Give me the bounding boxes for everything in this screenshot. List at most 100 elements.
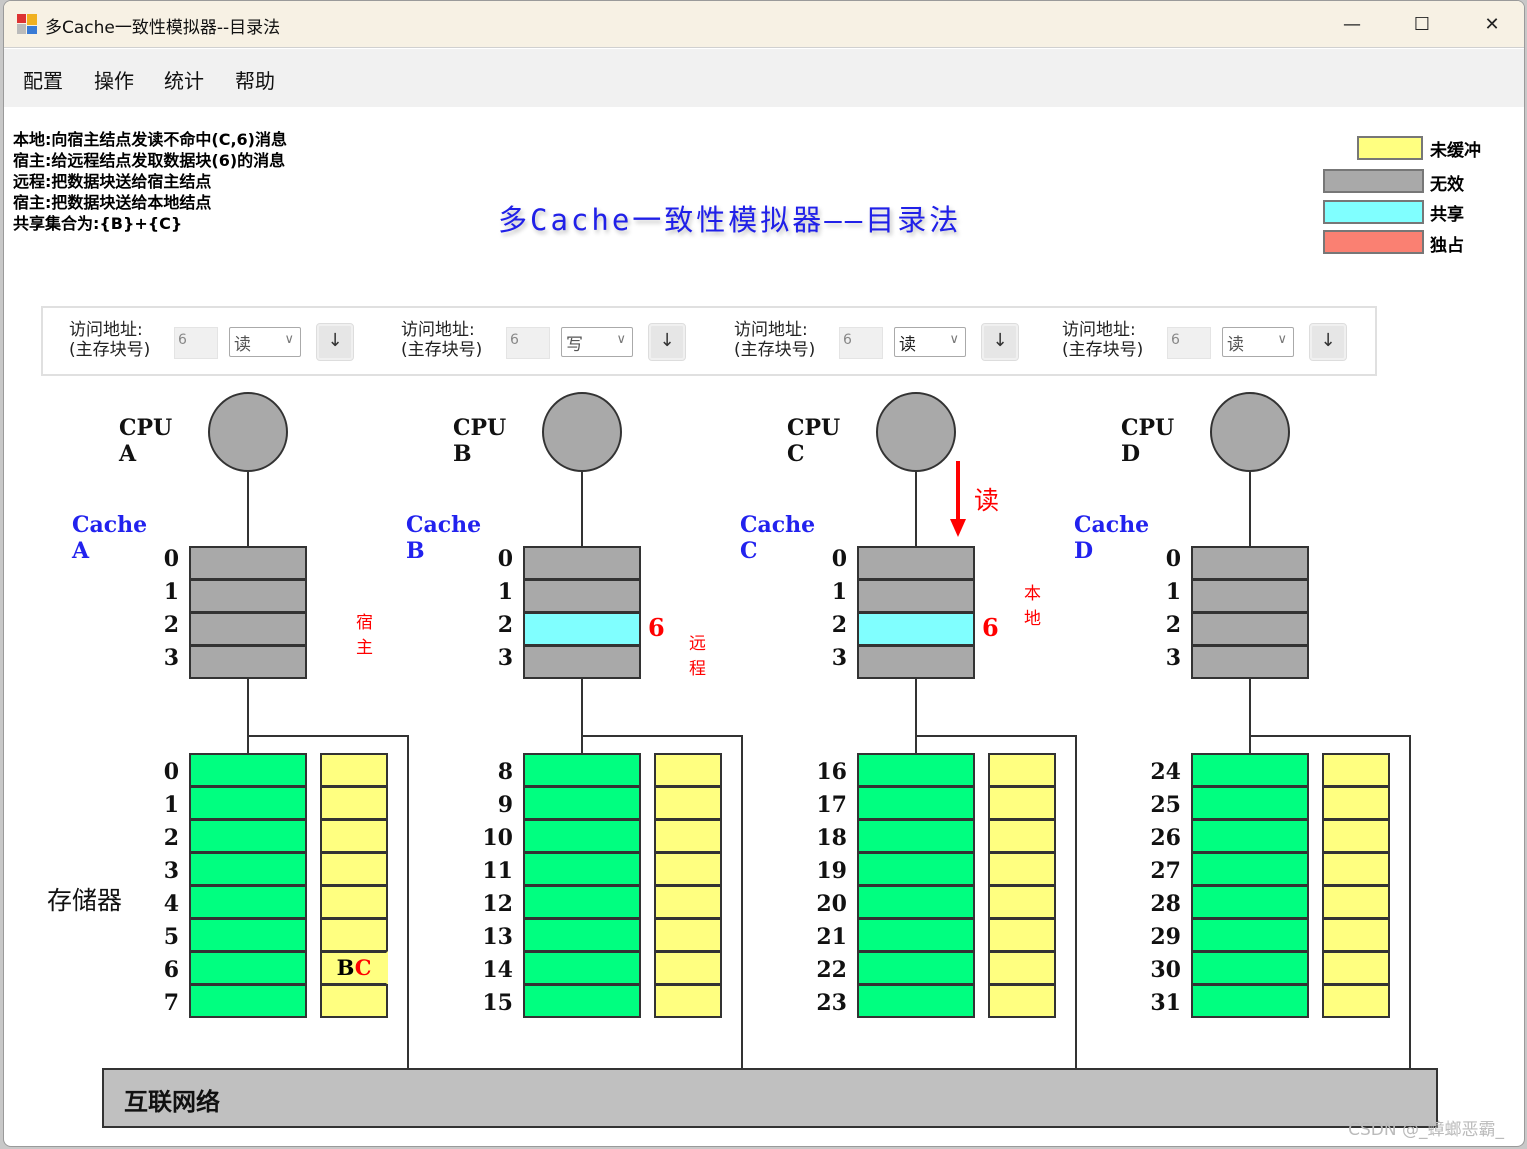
menu-help[interactable]: 帮助 <box>235 65 275 94</box>
memory-block[interactable] <box>1191 885 1309 919</box>
memory-block[interactable] <box>523 819 641 853</box>
directory-entry[interactable] <box>988 984 1056 1018</box>
memory-block[interactable] <box>857 753 975 787</box>
memory-block[interactable] <box>857 984 975 1018</box>
memory-block[interactable] <box>523 753 641 787</box>
directory-entry[interactable] <box>1322 852 1390 886</box>
memory-block[interactable] <box>857 819 975 853</box>
directory-entry[interactable] <box>654 885 722 919</box>
directory-entry[interactable] <box>654 786 722 820</box>
cache-line[interactable] <box>1191 579 1309 613</box>
directory-entry[interactable] <box>1322 951 1390 985</box>
directory-entry[interactable] <box>988 918 1056 952</box>
directory-entry[interactable] <box>988 753 1056 787</box>
directory-entry[interactable] <box>988 786 1056 820</box>
directory-entry[interactable] <box>988 885 1056 919</box>
directory-entry[interactable] <box>654 852 722 886</box>
directory-entry[interactable] <box>320 918 388 952</box>
address-input[interactable]: 6 <box>1167 327 1211 359</box>
memory-block[interactable] <box>1191 918 1309 952</box>
execute-button[interactable]: ↓ <box>981 323 1019 361</box>
execute-button[interactable]: ↓ <box>1309 323 1347 361</box>
address-input[interactable]: 6 <box>839 327 883 359</box>
directory-entry[interactable] <box>988 951 1056 985</box>
memory-block[interactable] <box>523 885 641 919</box>
memory-block[interactable] <box>523 786 641 820</box>
operation-select[interactable]: 读 ∨ <box>894 327 966 357</box>
cache-line[interactable] <box>523 579 641 613</box>
directory-entry[interactable] <box>1322 918 1390 952</box>
cache-line[interactable] <box>189 645 307 679</box>
directory-entry[interactable] <box>1322 753 1390 787</box>
cache-line[interactable] <box>857 579 975 613</box>
directory-entry[interactable] <box>654 918 722 952</box>
directory-entry[interactable] <box>654 753 722 787</box>
execute-button[interactable]: ↓ <box>316 323 354 361</box>
cpu-node[interactable] <box>876 392 956 472</box>
cache-line[interactable] <box>189 546 307 580</box>
memory-block[interactable] <box>523 951 641 985</box>
address-input[interactable]: 6 <box>174 327 218 359</box>
menu-stats[interactable]: 统计 <box>164 65 204 94</box>
memory-block[interactable] <box>189 951 307 985</box>
cache-line[interactable] <box>857 612 975 646</box>
directory-entry[interactable] <box>1322 885 1390 919</box>
operation-select[interactable]: 读 ∨ <box>1222 327 1294 357</box>
directory-entry[interactable] <box>1322 984 1390 1018</box>
directory-entry[interactable] <box>320 852 388 886</box>
cache-line[interactable] <box>1191 645 1309 679</box>
memory-block[interactable] <box>857 852 975 886</box>
menu-operate[interactable]: 操作 <box>94 65 134 94</box>
memory-block[interactable] <box>1191 819 1309 853</box>
cache-line[interactable] <box>857 645 975 679</box>
memory-block[interactable] <box>1191 753 1309 787</box>
memory-block[interactable] <box>1191 786 1309 820</box>
directory-entry[interactable]: BC <box>320 951 388 985</box>
directory-entry[interactable] <box>320 753 388 787</box>
memory-block[interactable] <box>189 918 307 952</box>
memory-block[interactable] <box>189 786 307 820</box>
directory-entry[interactable] <box>320 819 388 853</box>
cache-line[interactable] <box>1191 612 1309 646</box>
memory-block[interactable] <box>857 918 975 952</box>
memory-block[interactable] <box>857 786 975 820</box>
execute-button[interactable]: ↓ <box>648 323 686 361</box>
directory-entry[interactable] <box>654 984 722 1018</box>
memory-block[interactable] <box>189 984 307 1018</box>
memory-block[interactable] <box>189 819 307 853</box>
directory-entry[interactable] <box>320 885 388 919</box>
close-button[interactable]: ✕ <box>1457 1 1524 48</box>
cache-line[interactable] <box>189 579 307 613</box>
memory-block[interactable] <box>1191 951 1309 985</box>
memory-block[interactable] <box>523 918 641 952</box>
directory-entry[interactable] <box>1322 786 1390 820</box>
cache-line[interactable] <box>189 612 307 646</box>
memory-block[interactable] <box>189 885 307 919</box>
directory-entry[interactable] <box>320 786 388 820</box>
directory-entry[interactable] <box>988 852 1056 886</box>
minimize-button[interactable]: — <box>1317 1 1387 48</box>
cache-line[interactable] <box>857 546 975 580</box>
directory-entry[interactable] <box>1322 819 1390 853</box>
directory-entry[interactable] <box>988 819 1056 853</box>
directory-entry[interactable] <box>654 951 722 985</box>
memory-block[interactable] <box>1191 984 1309 1018</box>
memory-block[interactable] <box>189 852 307 886</box>
address-input[interactable]: 6 <box>506 327 550 359</box>
cache-line[interactable] <box>523 612 641 646</box>
memory-block[interactable] <box>523 984 641 1018</box>
memory-block[interactable] <box>857 951 975 985</box>
memory-block[interactable] <box>523 852 641 886</box>
directory-entry[interactable] <box>654 819 722 853</box>
cache-line[interactable] <box>523 645 641 679</box>
cache-line[interactable] <box>1191 546 1309 580</box>
cpu-node[interactable] <box>1210 392 1290 472</box>
cpu-node[interactable] <box>208 392 288 472</box>
memory-block[interactable] <box>1191 852 1309 886</box>
operation-select[interactable]: 读 ∨ <box>229 327 301 357</box>
memory-block[interactable] <box>189 753 307 787</box>
cpu-node[interactable] <box>542 392 622 472</box>
maximize-button[interactable]: ☐ <box>1387 1 1457 48</box>
menu-config[interactable]: 配置 <box>23 65 63 94</box>
directory-entry[interactable] <box>320 984 388 1018</box>
